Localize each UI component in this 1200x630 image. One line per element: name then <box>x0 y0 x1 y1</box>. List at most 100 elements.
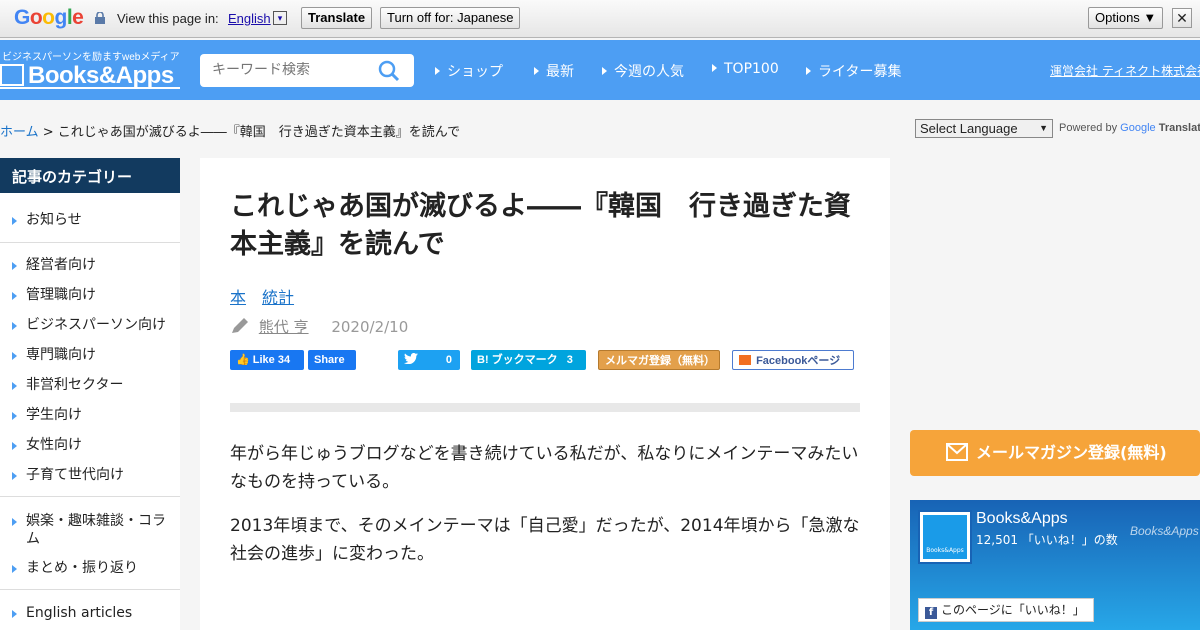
article-title: これじゃあ国が滅びるよ――『韓国 行き過ぎた資本主義』を読んで <box>230 191 851 260</box>
triangle-icon <box>534 67 539 75</box>
triangle-icon <box>12 412 17 420</box>
triangle-icon <box>12 322 17 330</box>
article-paragraph: 年がら年じゅうブログなどを書き続けている私だが、私なりにメインテーマみたいなもの… <box>230 444 859 492</box>
triangle-icon <box>435 67 440 75</box>
breadcrumb-separator: > <box>38 125 58 140</box>
sidebar-item-business-people[interactable]: ビジネスパーソン向け <box>0 316 180 334</box>
triangle-icon <box>12 217 17 225</box>
pencil-icon <box>232 318 248 333</box>
triangle-icon <box>12 292 17 300</box>
hatena-count: 3 <box>566 354 573 366</box>
thumbs-up-icon: 👍 <box>236 354 250 366</box>
triangle-icon <box>712 64 717 72</box>
hatena-bookmark-button[interactable]: B! ブックマーク 3 <box>471 350 586 370</box>
sidebar-heading: 記事のカテゴリー <box>0 158 180 193</box>
logo-text: Books&Apps <box>28 62 174 89</box>
tag-link[interactable]: 本 <box>230 288 246 307</box>
sidebar-item-english[interactable]: English articles <box>0 604 180 622</box>
sidebar-item-summaries[interactable]: まとめ・振り返り <box>0 559 180 577</box>
triangle-icon <box>806 67 811 75</box>
article-card: これじゃあ国が滅びるよ――『韓国 行き過ぎた資本主義』を読んで 本統計 熊代 亨… <box>200 158 890 630</box>
sidebar-item-managers[interactable]: 管理職向け <box>0 286 180 304</box>
facebook-like-button[interactable]: 👍 Like 34 <box>230 350 304 370</box>
sidebar-item-news[interactable]: お知らせ <box>0 211 180 229</box>
sidebar-item-women[interactable]: 女性向け <box>0 436 180 454</box>
facebook-page-button[interactable]: Facebookページ <box>732 350 854 370</box>
nav-writer-recruit[interactable]: ライター募集 <box>806 61 901 81</box>
site-logo[interactable]: Books&Apps <box>0 62 174 90</box>
page-avatar[interactable]: Books&Apps <box>918 510 972 564</box>
language-select[interactable]: Select Language ▼ <box>915 119 1053 138</box>
sidebar-item-specialists[interactable]: 専門職向け <box>0 346 180 364</box>
powered-by-google: Powered by Google Translate <box>1059 122 1200 134</box>
twitter-bird-icon <box>404 353 418 365</box>
sidebar-item-parents[interactable]: 子育て世代向け <box>0 466 180 484</box>
nav-latest[interactable]: 最新 <box>534 61 574 81</box>
google-mini-logo: Google <box>1120 122 1156 134</box>
sidebar-item-nonprofit[interactable]: 非営利セクター <box>0 376 180 394</box>
breadcrumb-home[interactable]: ホーム <box>0 125 39 140</box>
publish-date: 2020/2/10 <box>331 318 409 336</box>
company-link[interactable]: 運営会社 ティネクト株式会社 <box>1050 62 1200 79</box>
breadcrumb: ホーム > これじゃあ国が滅びるよ――『韓国 行き過ぎた資本主義』を読んで <box>0 121 460 140</box>
sidebar-divider <box>0 242 180 243</box>
sidebar-divider <box>0 589 180 590</box>
sidebar-item-students[interactable]: 学生向け <box>0 406 180 424</box>
facebook-like-count: 12,501 「いいね！」の数 <box>976 533 1118 547</box>
translate-button[interactable]: Translate <box>301 7 373 29</box>
search-icon[interactable] <box>378 60 400 82</box>
article-tags: 本統計 <box>230 284 310 308</box>
triangle-icon <box>12 610 17 618</box>
site-header: ビジネスパーソンを励ますwebメディア Books&Apps ショップ 最新 今… <box>0 40 1200 100</box>
newsletter-signup-button[interactable]: メールマガジン登録(無料) <box>910 430 1200 476</box>
author-link[interactable]: 熊代 亨 <box>259 318 309 336</box>
article-paragraph: 2013年頃まで、そのメインテーマは「自己愛」だったが、2014年頃から「急激な… <box>230 516 860 564</box>
nav-weekly-popular[interactable]: 今週の人気 <box>602 61 684 81</box>
logo-mark-icon <box>0 64 24 86</box>
lock-icon <box>95 12 105 24</box>
page-avatar-label: Books&Apps <box>923 515 967 559</box>
triangle-icon <box>12 442 17 450</box>
envelope-icon <box>946 443 968 461</box>
content-divider <box>230 403 860 412</box>
triangle-icon <box>12 262 17 270</box>
search-input[interactable] <box>212 62 372 78</box>
nav-top100[interactable]: TOP100 <box>712 61 779 77</box>
mailmag-register-button[interactable]: メルマガ登録（無料） <box>598 350 720 370</box>
sidebar-item-entertainment[interactable]: 娯楽・趣味雑談・コラム <box>0 512 172 548</box>
triangle-icon <box>12 565 17 573</box>
facebook-icon: f <box>925 607 937 619</box>
like-count: 34 <box>277 354 291 366</box>
cover-watermark: Books&Apps <box>1130 524 1199 538</box>
triangle-icon <box>602 67 607 75</box>
sidebar-item-executives[interactable]: 経営者向け <box>0 256 180 274</box>
facebook-page-widget: Books&Apps Books&Apps 12,501 「いいね！」の数 Bo… <box>910 500 1200 630</box>
tweet-button[interactable]: 0 <box>398 350 460 370</box>
hatena-label: B! ブックマーク <box>477 354 558 366</box>
google-translate-bar: Google View this page in: English ▾ Tran… <box>0 0 1200 38</box>
facebook-page-name[interactable]: Books&Apps <box>976 510 1068 528</box>
options-button[interactable]: Options ▼ <box>1088 7 1164 29</box>
search-box <box>200 54 414 87</box>
turn-off-button[interactable]: Turn off for: Japanese <box>380 7 521 29</box>
flag-icon <box>739 355 751 365</box>
facebook-share-button[interactable]: Share <box>308 350 356 370</box>
triangle-icon <box>12 472 17 480</box>
facebook-page-like-button[interactable]: f このページに「いいね！」 <box>918 598 1094 622</box>
nav-shop[interactable]: ショップ <box>435 61 503 81</box>
logo-underline <box>0 87 180 89</box>
breadcrumb-current: これじゃあ国が滅びるよ――『韓国 行き過ぎた資本主義』を読んで <box>57 125 461 140</box>
tweet-count: 0 <box>445 354 452 366</box>
category-sidebar: 記事のカテゴリー お知らせ 経営者向け 管理職向け ビジネスパーソン向け 専門職… <box>0 158 180 630</box>
close-icon[interactable]: ✕ <box>1172 8 1192 28</box>
language-dropdown-icon[interactable]: ▾ <box>273 11 287 25</box>
triangle-icon <box>12 518 17 526</box>
chevron-down-icon: ▼ <box>1039 123 1048 133</box>
language-select-value: Select Language <box>920 121 1018 136</box>
sidebar-divider <box>0 496 180 497</box>
target-language-link[interactable]: English <box>228 11 271 26</box>
site-tagline: ビジネスパーソンを励ますwebメディア <box>2 52 180 63</box>
article-meta: 熊代 亨 2020/2/10 <box>230 316 408 337</box>
tag-link[interactable]: 統計 <box>262 288 294 307</box>
triangle-icon <box>12 382 17 390</box>
